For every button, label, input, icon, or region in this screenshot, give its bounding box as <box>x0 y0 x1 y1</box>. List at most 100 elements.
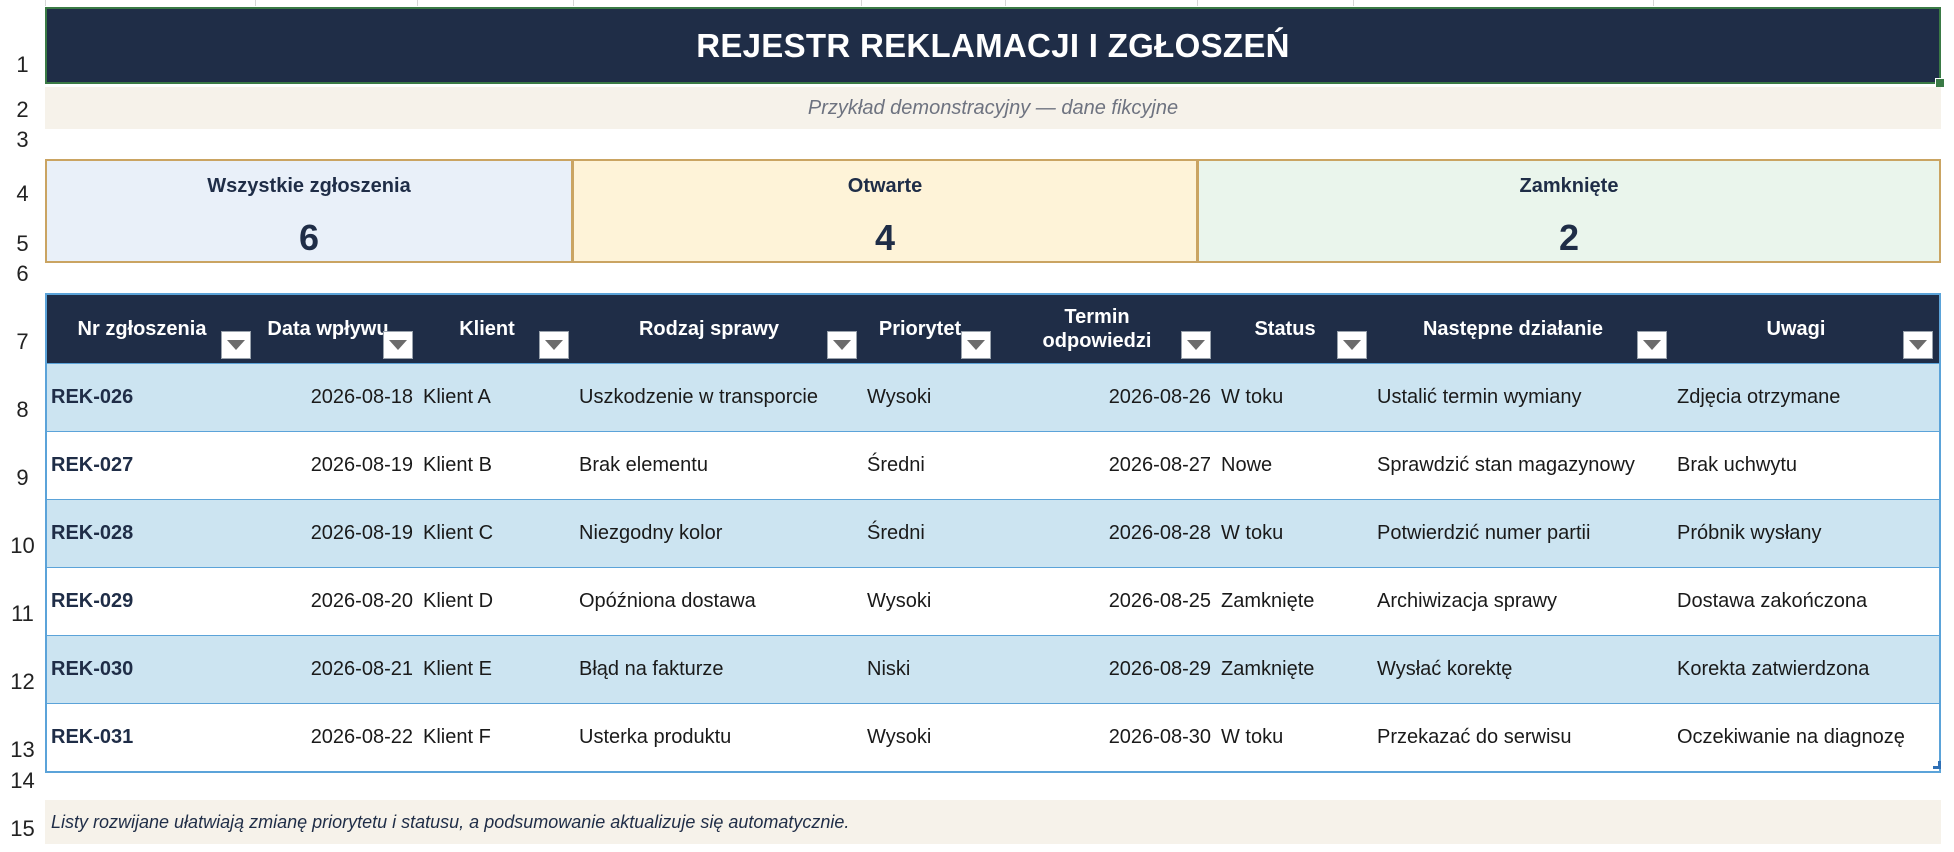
cell-priority[interactable]: Wysoki <box>863 364 997 431</box>
footer-note-cell[interactable]: Listy rozwijane ułatwiają zmianę prioryt… <box>45 800 1941 844</box>
cell-notes[interactable]: Zdjęcia otrzymane <box>1673 364 1939 431</box>
filter-dropdown-icon[interactable] <box>1903 331 1933 359</box>
filter-dropdown-icon[interactable] <box>383 331 413 359</box>
cell-response-deadline[interactable]: 2026-08-28 <box>997 500 1217 567</box>
cell-priority[interactable]: Niski <box>863 636 997 703</box>
row-number[interactable]: 4 <box>0 159 45 213</box>
title-cell[interactable]: REJESTR REKLAMACJI I ZGŁOSZEŃ <box>45 7 1941 84</box>
cell-status[interactable]: Zamknięte <box>1217 636 1373 703</box>
subtitle-cell[interactable]: Przykład demonstracyjny — dane fikcyjne <box>45 87 1941 129</box>
column-header-received-date[interactable]: Data wpływu <box>257 295 419 363</box>
filter-dropdown-icon[interactable] <box>1181 331 1211 359</box>
cell-next-action[interactable]: Sprawdzić stan magazynowy <box>1373 432 1673 499</box>
row-number[interactable]: 10 <box>0 497 45 565</box>
summary-closed-label: Zamknięte <box>1519 175 1619 197</box>
header-label: Data wpływu <box>267 318 389 340</box>
cell-case-type[interactable]: Brak elementu <box>575 432 863 499</box>
cell-status[interactable]: Zamknięte <box>1217 568 1373 635</box>
row-number[interactable]: 8 <box>0 361 45 429</box>
cell-received-date[interactable]: 2026-08-22 <box>257 704 419 771</box>
header-label: Priorytet <box>878 318 962 340</box>
cell-client[interactable]: Klient E <box>419 636 575 703</box>
cell-priority[interactable]: Wysoki <box>863 568 997 635</box>
cell-received-date[interactable]: 2026-08-18 <box>257 364 419 431</box>
cell-notes[interactable]: Korekta zatwierdzona <box>1673 636 1939 703</box>
cell-next-action[interactable]: Ustalić termin wymiany <box>1373 364 1673 431</box>
cell-response-deadline[interactable]: 2026-08-30 <box>997 704 1217 771</box>
column-header-ticket-number[interactable]: Nr zgłoszenia <box>47 295 257 363</box>
row-number[interactable]: 7 <box>0 293 45 361</box>
cell-priority[interactable]: Wysoki <box>863 704 997 771</box>
column-header-response-deadline[interactable]: Termin odpowiedzi <box>997 295 1217 363</box>
cell-case-type[interactable]: Opóźniona dostawa <box>575 568 863 635</box>
row-number[interactable]: 5 <box>0 213 45 263</box>
column-header-client[interactable]: Klient <box>419 295 575 363</box>
column-header-case-type[interactable]: Rodzaj sprawy <box>575 295 863 363</box>
cell-status[interactable]: Nowe <box>1217 432 1373 499</box>
cell-ticket-number[interactable]: REK-028 <box>47 500 257 567</box>
cell-next-action[interactable]: Archiwizacja sprawy <box>1373 568 1673 635</box>
cell-status[interactable]: W toku <box>1217 704 1373 771</box>
row-number[interactable]: 6 <box>0 261 45 293</box>
row-number[interactable]: 9 <box>0 429 45 497</box>
cell-case-type[interactable]: Błąd na fakturze <box>575 636 863 703</box>
column-header-next-action[interactable]: Następne działanie <box>1373 295 1673 363</box>
cell-client[interactable]: Klient C <box>419 500 575 567</box>
filter-dropdown-icon[interactable] <box>1637 331 1667 359</box>
cell-priority[interactable]: Średni <box>863 432 997 499</box>
cell-priority[interactable]: Średni <box>863 500 997 567</box>
cell-ticket-number[interactable]: REK-031 <box>47 704 257 771</box>
cell-client[interactable]: Klient A <box>419 364 575 431</box>
cell-status[interactable]: W toku <box>1217 364 1373 431</box>
cell-received-date[interactable]: 2026-08-19 <box>257 432 419 499</box>
cell-client[interactable]: Klient F <box>419 704 575 771</box>
cell-notes[interactable]: Oczekiwanie na diagnozę <box>1673 704 1939 771</box>
column-header-status[interactable]: Status <box>1217 295 1373 363</box>
cell-case-type[interactable]: Niezgodny kolor <box>575 500 863 567</box>
row-number[interactable]: 3 <box>0 127 45 159</box>
cell-ticket-number[interactable]: REK-027 <box>47 432 257 499</box>
cell-notes[interactable]: Próbnik wysłany <box>1673 500 1939 567</box>
cell-response-deadline[interactable]: 2026-08-26 <box>997 364 1217 431</box>
filter-dropdown-icon[interactable] <box>961 331 991 359</box>
cell-received-date[interactable]: 2026-08-19 <box>257 500 419 567</box>
cell-response-deadline[interactable]: 2026-08-27 <box>997 432 1217 499</box>
column-header-priority[interactable]: Priorytet <box>863 295 997 363</box>
cell-status[interactable]: W toku <box>1217 500 1373 567</box>
filter-dropdown-icon[interactable] <box>539 331 569 359</box>
cell-case-type[interactable]: Uszkodzenie w transporcie <box>575 364 863 431</box>
filter-dropdown-icon[interactable] <box>1337 331 1367 359</box>
cell-next-action[interactable]: Przekazać do serwisu <box>1373 704 1673 771</box>
cell-ticket-number[interactable]: REK-029 <box>47 568 257 635</box>
summary-all-card[interactable]: Wszystkie zgłoszenia 6 <box>45 159 573 263</box>
column-guide <box>1197 0 1198 6</box>
row-number[interactable]: 2 <box>0 84 45 129</box>
cell-ticket-number[interactable]: REK-026 <box>47 364 257 431</box>
column-header-notes[interactable]: Uwagi <box>1673 295 1939 363</box>
row-number[interactable]: 11 <box>0 565 45 633</box>
summary-closed-card[interactable]: Zamknięte 2 <box>1197 159 1941 263</box>
cell-client[interactable]: Klient B <box>419 432 575 499</box>
cell-next-action[interactable]: Potwierdzić numer partii <box>1373 500 1673 567</box>
table-row: REK-031 2026-08-22 Klient F Usterka prod… <box>47 703 1939 771</box>
summary-open-card[interactable]: Otwarte 4 <box>572 159 1198 263</box>
cell-response-deadline[interactable]: 2026-08-25 <box>997 568 1217 635</box>
table-resize-handle[interactable] <box>1933 761 1941 769</box>
row-number[interactable]: 14 <box>0 768 45 800</box>
cell-ticket-number[interactable]: REK-030 <box>47 636 257 703</box>
cell-received-date[interactable]: 2026-08-20 <box>257 568 419 635</box>
cell-client[interactable]: Klient D <box>419 568 575 635</box>
row-number[interactable]: 12 <box>0 633 45 701</box>
cell-notes[interactable]: Brak uchwytu <box>1673 432 1939 499</box>
row-number[interactable]: 15 <box>0 800 45 848</box>
row-number[interactable]: 1 <box>0 6 45 84</box>
row-number[interactable]: 13 <box>0 701 45 769</box>
summary-all-label: Wszystkie zgłoszenia <box>207 175 411 197</box>
cell-next-action[interactable]: Wysłać korektę <box>1373 636 1673 703</box>
cell-received-date[interactable]: 2026-08-21 <box>257 636 419 703</box>
cell-notes[interactable]: Dostawa zakończona <box>1673 568 1939 635</box>
filter-dropdown-icon[interactable] <box>221 331 251 359</box>
cell-response-deadline[interactable]: 2026-08-29 <box>997 636 1217 703</box>
filter-dropdown-icon[interactable] <box>827 331 857 359</box>
cell-case-type[interactable]: Usterka produktu <box>575 704 863 771</box>
